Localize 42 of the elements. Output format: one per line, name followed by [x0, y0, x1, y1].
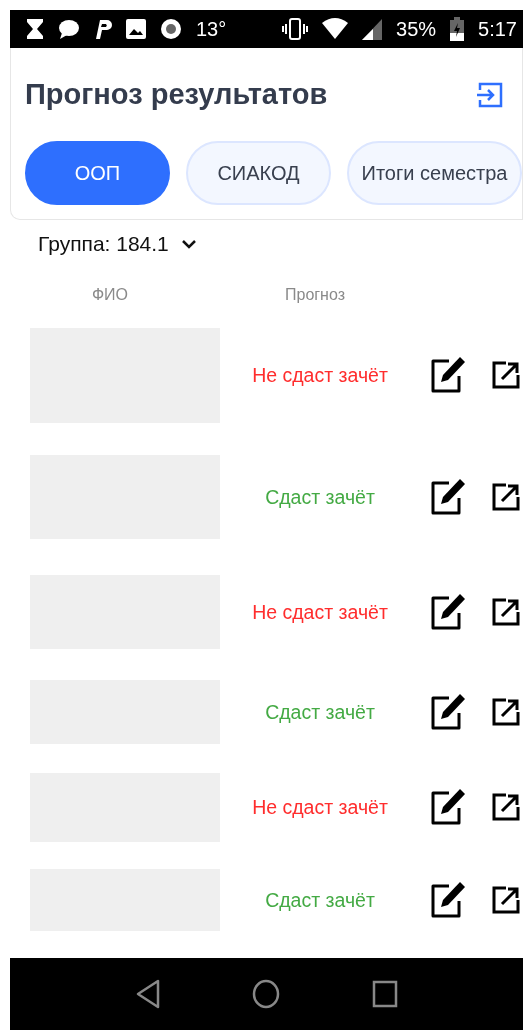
forecast-text: Сдаст зачёт	[265, 888, 375, 911]
open-external-icon[interactable]	[492, 598, 520, 626]
edit-icon[interactable]	[430, 356, 466, 394]
subject-tab[interactable]: СИАКОД	[186, 141, 331, 205]
open-external-icon[interactable]	[492, 698, 520, 726]
column-header: ФИО	[91, 286, 129, 303]
forecast-text: Не сдаст зачёт	[252, 795, 388, 818]
battery-charging-icon	[450, 17, 465, 41]
edit-icon[interactable]	[430, 478, 466, 516]
forecast-text: Не сдаст зачёт	[252, 600, 388, 623]
back-icon[interactable]	[135, 979, 160, 1009]
subject-tab[interactable]: Итоги семестра	[347, 141, 522, 205]
recents-icon[interactable]	[371, 980, 398, 1008]
page-title: Прогноз результатов	[25, 78, 328, 111]
column-header: Прогноз	[285, 286, 345, 303]
logout-icon[interactable]	[476, 80, 504, 109]
battery-level: 35%	[396, 17, 437, 41]
record-icon	[160, 18, 182, 40]
edit-icon[interactable]	[430, 881, 466, 919]
chat-bubble-icon	[58, 18, 80, 40]
subject-tab[interactable]: ООП	[25, 141, 170, 205]
forecast-text: Сдаст зачёт	[265, 485, 375, 508]
edit-icon[interactable]	[430, 593, 466, 631]
forecast-text: Сдаст зачёт	[265, 700, 375, 723]
open-external-icon[interactable]	[492, 483, 520, 511]
vibrate-icon	[282, 18, 309, 40]
edit-icon[interactable]	[430, 693, 466, 731]
clock: 5:17	[478, 17, 517, 41]
edit-icon[interactable]	[430, 788, 466, 826]
image-icon	[126, 19, 146, 39]
forecast-text: Не сдаст зачёт	[252, 363, 388, 386]
open-external-icon[interactable]	[492, 361, 520, 389]
home-icon[interactable]	[250, 979, 281, 1009]
signal-icon	[362, 18, 383, 40]
temperature: 13°	[196, 17, 227, 41]
parking-icon	[94, 18, 112, 40]
open-external-icon[interactable]	[492, 886, 520, 914]
chevron-down-icon[interactable]	[180, 239, 197, 249]
hourglass-icon	[26, 18, 44, 40]
group-selector[interactable]: Группа: 184.1	[38, 232, 169, 256]
wifi-icon	[322, 18, 349, 40]
open-external-icon[interactable]	[492, 793, 520, 821]
